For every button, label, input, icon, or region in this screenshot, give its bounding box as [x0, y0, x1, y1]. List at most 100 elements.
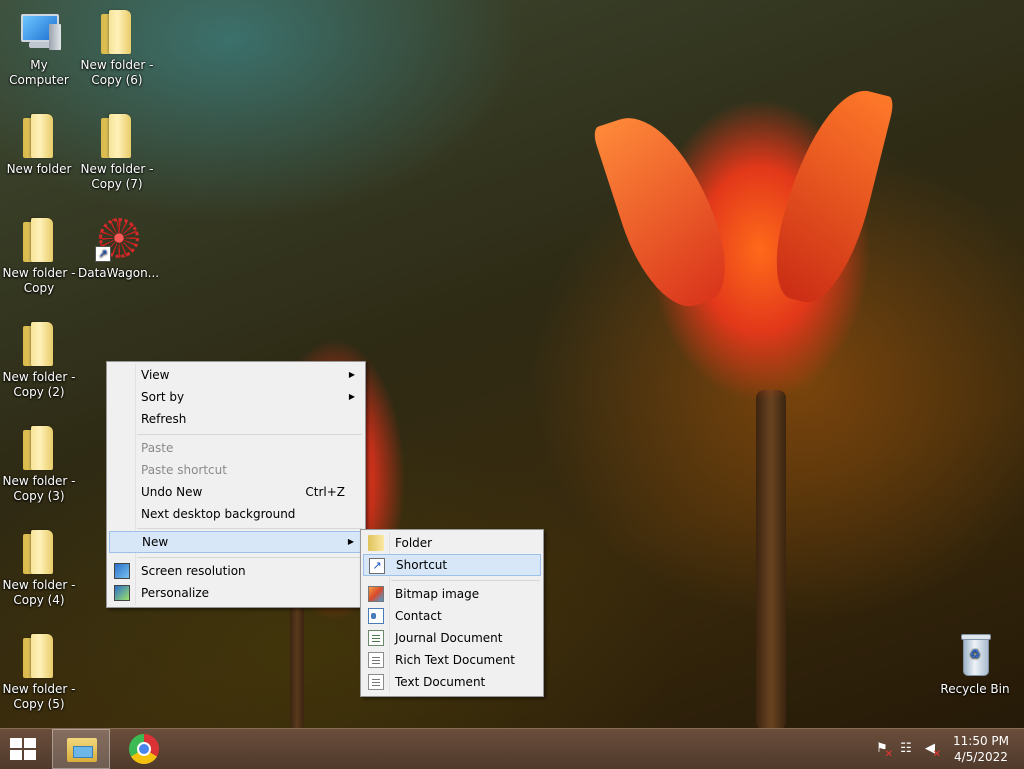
desktop-icon-label: New folder - Copy (7) — [80, 162, 154, 191]
menu-item-shortcut: Ctrl+Z — [305, 485, 345, 499]
bitmap-image-icon — [368, 586, 384, 602]
submenu-item-bitmap-image[interactable]: Bitmap image — [363, 583, 541, 605]
desktop-icon-new-folder[interactable]: New folder — [0, 108, 78, 204]
submenu-item-folder[interactable]: Folder — [363, 532, 541, 554]
shortcut-icon: ↗ — [369, 558, 385, 574]
desktop-icon-new-folder-copy-5[interactable]: New folder - Copy (5) — [0, 628, 78, 724]
desktop-icon-new-folder-copy[interactable]: New folder - Copy — [0, 212, 78, 308]
desktop-icon-label: New folder - Copy — [2, 266, 76, 295]
submenu-item-shortcut[interactable]: ↗ Shortcut — [363, 554, 541, 576]
menu-item-label: Shortcut — [396, 558, 448, 572]
desktop-icon-label: DataWagon... — [78, 266, 160, 280]
taskbar: ⚑ ✕ ☷ ◀ ✕ 11:50 PM 4/5/2022 — [0, 728, 1024, 769]
menu-item-label: Bitmap image — [395, 587, 480, 601]
desktop-icon-new-folder-copy-4[interactable]: New folder - Copy (4) — [0, 524, 78, 620]
taskbar-file-explorer-button[interactable] — [52, 729, 110, 769]
menu-item-label: Sort by — [141, 390, 185, 404]
submenu-item-text-document[interactable]: Text Document — [363, 671, 541, 693]
folder-icon — [15, 112, 63, 160]
menu-separator — [137, 434, 362, 435]
menu-item-paste-shortcut[interactable]: Paste shortcut — [109, 459, 363, 481]
menu-item-sort-by[interactable]: Sort by ▶ — [109, 386, 363, 408]
menu-item-new[interactable]: New ▶ — [109, 531, 363, 553]
taskbar-chrome-button[interactable] — [124, 729, 164, 769]
menu-item-label: Journal Document — [395, 631, 503, 645]
personalize-icon — [114, 585, 130, 601]
menu-item-label: Rich Text Document — [395, 653, 515, 667]
desktop-icon-label: New folder - Copy (2) — [2, 370, 76, 399]
menu-item-label: Text Document — [395, 675, 486, 689]
folder-icon — [368, 535, 384, 551]
menu-item-personalize[interactable]: Personalize — [109, 582, 363, 604]
text-document-icon — [368, 674, 384, 690]
wallpaper-stem — [290, 600, 304, 728]
menu-separator — [137, 528, 362, 529]
submenu-arrow-icon: ▶ — [347, 537, 354, 546]
file-explorer-icon — [67, 738, 97, 762]
folder-icon — [93, 112, 141, 160]
desktop-icon-new-folder-copy-3[interactable]: New folder - Copy (3) — [0, 420, 78, 516]
desktop-icon-label: New folder - Copy (4) — [2, 578, 76, 607]
screen-resolution-icon — [114, 563, 130, 579]
menu-item-label: Personalize — [141, 586, 210, 600]
rich-text-document-icon — [368, 652, 384, 668]
desktop-icon-recycle-bin[interactable]: ♻ Recycle Bin — [936, 628, 1014, 724]
menu-item-next-desktop-background[interactable]: Next desktop background — [109, 503, 363, 525]
menu-item-label: Contact — [395, 609, 442, 623]
folder-icon — [93, 8, 141, 56]
menu-separator — [391, 580, 540, 581]
menu-item-screen-resolution[interactable]: Screen resolution — [109, 560, 363, 582]
desktop-icon-datawagon[interactable]: ↗ DataWagon... — [78, 212, 160, 308]
menu-item-label: New — [142, 535, 169, 549]
folder-icon — [15, 528, 63, 576]
menu-item-label: Paste — [141, 441, 174, 455]
taskbar-clock[interactable]: 11:50 PM 4/5/2022 — [948, 733, 1014, 765]
clock-time: 11:50 PM — [953, 734, 1009, 748]
menu-item-undo-new[interactable]: Undo New Ctrl+Z — [109, 481, 363, 503]
menu-item-label: Undo New — [141, 485, 203, 499]
menu-item-label: View — [141, 368, 170, 382]
folder-icon — [15, 424, 63, 472]
menu-item-label: Refresh — [141, 412, 187, 426]
computer-icon — [15, 8, 63, 56]
clock-date: 4/5/2022 — [954, 750, 1008, 764]
desktop-icon-my-computer[interactable]: My Computer — [0, 4, 78, 100]
submenu-arrow-icon: ▶ — [348, 370, 355, 379]
desktop-icon-label: My Computer — [9, 58, 69, 87]
folder-icon — [15, 632, 63, 680]
menu-item-label: Screen resolution — [141, 564, 246, 578]
desktop-icon-new-folder-copy-7[interactable]: New folder - Copy (7) — [78, 108, 156, 204]
desktop-icon-new-folder-copy-2[interactable]: New folder - Copy (2) — [0, 316, 78, 412]
submenu-item-rich-text-document[interactable]: Rich Text Document — [363, 649, 541, 671]
datawagon-logo-icon: ↗ — [93, 216, 141, 264]
shortcut-arrow-icon: ↗ — [95, 246, 111, 262]
desktop-icon-new-folder-copy-6[interactable]: New folder - Copy (6) — [78, 4, 156, 100]
submenu-item-journal-document[interactable]: Journal Document — [363, 627, 541, 649]
menu-item-label: Folder — [395, 536, 433, 550]
menu-item-paste[interactable]: Paste — [109, 437, 363, 459]
menu-item-refresh[interactable]: Refresh — [109, 408, 363, 430]
desktop-icon-label: New folder - Copy (3) — [2, 474, 76, 503]
volume-muted-icon[interactable]: ◀ ✕ — [922, 741, 941, 760]
journal-document-icon — [368, 630, 384, 646]
action-center-flag-icon[interactable]: ⚑ ✕ — [874, 741, 893, 760]
desktop-icon-label: New folder - Copy (5) — [2, 682, 76, 711]
desktop-icon-label: New folder — [6, 162, 72, 176]
network-icon[interactable]: ☷ — [898, 741, 914, 757]
menu-item-label: Paste shortcut — [141, 463, 227, 477]
desktop-background[interactable]: My Computer New folder - Copy (6) New fo… — [0, 0, 1024, 728]
recycle-bin-icon: ♻ — [951, 632, 999, 680]
contact-icon — [368, 608, 384, 624]
new-submenu: Folder ↗ Shortcut Bitmap image Contact J… — [360, 529, 544, 697]
folder-icon — [15, 216, 63, 264]
start-button[interactable] — [0, 729, 48, 769]
desktop-context-menu: View ▶ Sort by ▶ Refresh Paste Paste sho… — [106, 361, 366, 608]
menu-item-view[interactable]: View ▶ — [109, 364, 363, 386]
submenu-item-contact[interactable]: Contact — [363, 605, 541, 627]
submenu-arrow-icon: ▶ — [348, 392, 355, 401]
windows-logo-icon — [10, 738, 38, 760]
desktop-icon-label: New folder - Copy (6) — [80, 58, 154, 87]
folder-icon — [15, 320, 63, 368]
menu-item-label: Next desktop background — [141, 507, 296, 521]
desktop-icon-label: Recycle Bin — [940, 682, 1010, 696]
